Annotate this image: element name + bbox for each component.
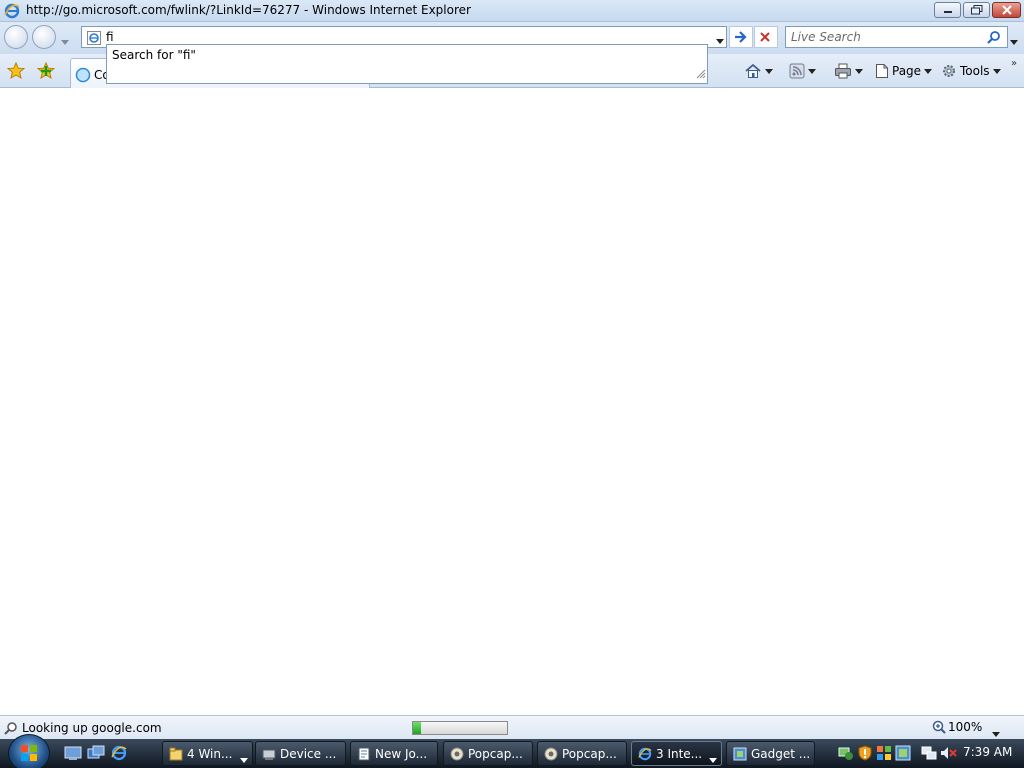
chevron-down-icon: [992, 68, 1001, 74]
status-text: Looking up google.com: [22, 721, 162, 735]
show-desktop-icon[interactable]: [64, 745, 82, 764]
taskbar-button-label: Device ...: [280, 746, 337, 761]
tools-menu-button[interactable]: Tools: [941, 62, 1001, 80]
page-content-area[interactable]: [0, 89, 1024, 715]
windows-logo-icon: [21, 745, 37, 761]
home-icon: [745, 63, 761, 78]
print-button[interactable]: [834, 62, 863, 80]
search-options-dropdown-icon[interactable]: [1010, 34, 1018, 48]
page-menu-button[interactable]: Page: [875, 62, 933, 80]
tab-label: Co: [94, 68, 106, 82]
tray-volume-muted-icon[interactable]: [940, 745, 958, 764]
zoom-level-text: 100%: [948, 720, 983, 734]
taskbar-button-label: Popcap...: [468, 746, 523, 761]
taskbar: 4 Win... Device ... New Jo... Popcap... Popc…: [0, 734, 1024, 768]
chevron-down-icon[interactable]: [855, 68, 863, 74]
taskbar-button-label: Popcap...: [562, 746, 617, 761]
address-input[interactable]: fi: [106, 30, 114, 44]
gear-icon: [943, 65, 955, 77]
taskbar-button-label: 4 Win...: [187, 746, 233, 761]
chevron-down-icon[interactable]: [808, 68, 816, 74]
zoom-level-button[interactable]: 100%: [932, 720, 982, 734]
page-icon: [876, 64, 888, 78]
address-dropdown-icon[interactable]: [716, 33, 724, 47]
search-icon[interactable]: [987, 30, 1001, 47]
forward-button[interactable]: [32, 25, 56, 49]
close-button[interactable]: [992, 2, 1021, 18]
tray-network-sync-icon[interactable]: [838, 745, 854, 764]
add-to-favorites-icon[interactable]: [36, 61, 56, 82]
restore-button[interactable]: [963, 2, 990, 18]
ie-icon: [638, 747, 652, 761]
tray-network-icon[interactable]: [921, 745, 937, 764]
switch-windows-icon[interactable]: [87, 745, 105, 764]
autocomplete-search-suggestion[interactable]: Search for "fi": [112, 48, 196, 62]
notepad-icon: [357, 747, 371, 761]
rss-feed-icon: [789, 63, 805, 79]
taskbar-button-label: Gadget ...: [751, 746, 811, 761]
popcap-icon: [450, 747, 464, 761]
stop-button[interactable]: [754, 26, 778, 48]
back-button[interactable]: [4, 25, 28, 49]
minimize-button[interactable]: [934, 2, 961, 18]
taskbar-button[interactable]: Popcap...: [537, 741, 627, 766]
zoom-dropdown-icon[interactable]: [992, 726, 1000, 740]
toolbar-overflow-chevron-icon[interactable]: »: [1011, 58, 1017, 69]
page-icon: [86, 30, 102, 49]
page-menu-label: Page: [892, 64, 922, 78]
popcap-icon: [544, 747, 558, 761]
recent-pages-dropdown-icon[interactable]: [61, 34, 69, 48]
folder-icon: [169, 747, 183, 761]
status-bar: Looking up google.com 100%: [0, 715, 1024, 739]
chevron-down-icon[interactable]: [765, 68, 773, 74]
tray-gadget-icon[interactable]: [895, 745, 911, 764]
quick-launch-ie-icon[interactable]: [110, 745, 128, 764]
page-load-progress-bar: [412, 721, 508, 735]
tray-shield-icon[interactable]: [876, 745, 892, 764]
zoom-icon: [932, 720, 946, 734]
chevron-down-icon[interactable]: [240, 752, 248, 765]
address-autocomplete-dropdown: Search for "fi": [106, 44, 708, 84]
device-manager-icon: [262, 747, 276, 761]
search-placeholder: Live Search: [791, 30, 861, 44]
taskbar-button[interactable]: New Jo...: [350, 741, 438, 766]
taskbar-button-label: 3 Inte...: [656, 746, 703, 761]
gadget-icon: [733, 747, 747, 761]
taskbar-button[interactable]: 3 Inte...: [631, 741, 722, 766]
taskbar-button-label: New Jo...: [375, 746, 428, 761]
resize-grip-icon[interactable]: [696, 68, 706, 82]
ie-icon: [4, 3, 20, 22]
feeds-button[interactable]: [789, 62, 816, 80]
taskbar-clock[interactable]: 7:39 AM: [963, 745, 1012, 759]
window-title: http://go.microsoft.com/fwlink/?LinkId=7…: [26, 3, 471, 17]
taskbar-button[interactable]: Device ...: [255, 741, 346, 766]
chevron-down-icon: [924, 68, 933, 74]
tools-menu-label: Tools: [960, 64, 990, 78]
taskbar-button[interactable]: Popcap...: [443, 741, 533, 766]
start-button[interactable]: [8, 734, 50, 768]
taskbar-button[interactable]: 4 Win...: [162, 741, 253, 766]
home-button[interactable]: [744, 62, 773, 80]
search-box[interactable]: Live Search: [785, 26, 1008, 48]
title-bar: http://go.microsoft.com/fwlink/?LinkId=7…: [0, 0, 1024, 22]
taskbar-button[interactable]: Gadget ...: [726, 741, 815, 766]
progress-fill: [413, 722, 421, 734]
printer-icon: [835, 63, 851, 79]
tray-security-warning-icon[interactable]: [857, 745, 873, 764]
loading-tab-icon: [75, 67, 91, 86]
go-button[interactable]: [729, 26, 753, 48]
favorites-center-star-icon[interactable]: [6, 61, 26, 82]
chevron-down-icon[interactable]: [709, 752, 717, 765]
